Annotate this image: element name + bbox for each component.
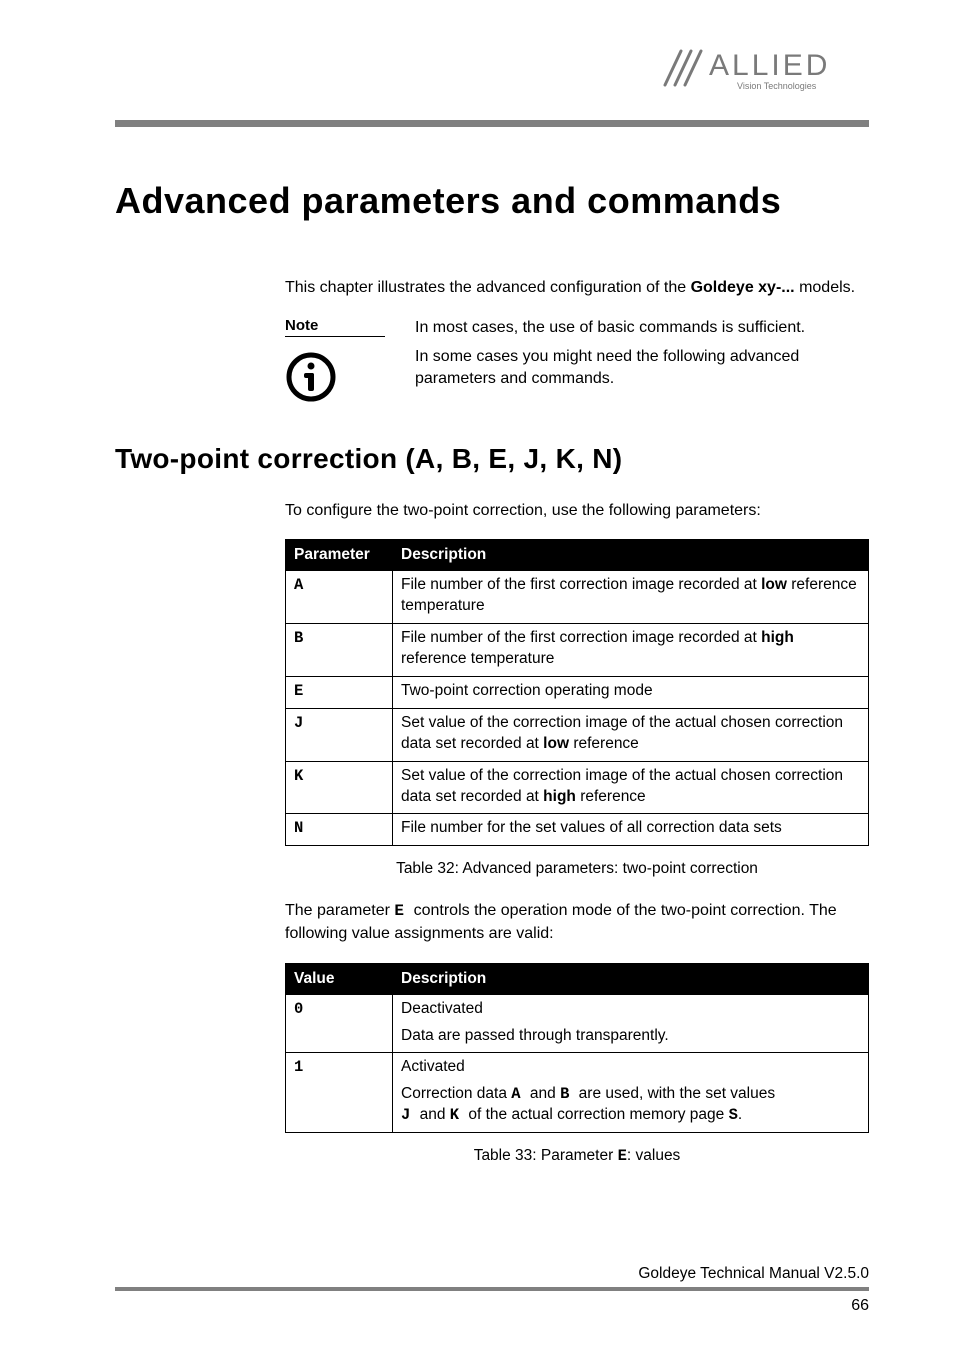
table-row: N File number for the set values of all …: [286, 814, 869, 846]
footer-rule: [115, 1287, 869, 1291]
table-header-row: Value Description: [286, 963, 869, 994]
note-block: Note In most cases, the use of basic com…: [285, 317, 869, 408]
table-row: E Two-point correction operating mode: [286, 676, 869, 708]
value-cell: 1: [286, 1053, 393, 1133]
parameter-table: Parameter Description A File number of t…: [285, 539, 869, 846]
intro-pre: This chapter illustrates the advanced co…: [285, 279, 691, 296]
content-area: Advanced parameters and commands This ch…: [0, 130, 954, 1165]
desc-cell: Deactivated Data are passed through tran…: [393, 994, 869, 1053]
table-row: 1 Activated Correction data A and B are …: [286, 1053, 869, 1133]
param-cell: N: [286, 814, 393, 846]
value-table: Value Description 0 Deactivated Data are…: [285, 963, 869, 1134]
logo-main-text: ALLIED: [709, 49, 830, 82]
header-rule: [115, 120, 869, 127]
page-number: 66: [851, 1297, 869, 1315]
table-row: A File number of the first correction im…: [286, 571, 869, 624]
section-intro: To configure the two-point correction, u…: [285, 500, 869, 522]
intro-post: models.: [795, 279, 855, 296]
desc-cell: Two-point correction operating mode: [393, 676, 869, 708]
value-cell: 0: [286, 994, 393, 1053]
note-line-2: In some cases you might need the followi…: [415, 346, 869, 389]
param-cell: A: [286, 571, 393, 624]
section-title: Two-point correction (A, B, E, J, K, N): [115, 443, 869, 475]
param-cell: E: [286, 676, 393, 708]
desc-cell: File number of the first correction imag…: [393, 624, 869, 677]
desc-cell: Set value of the correction image of the…: [393, 708, 869, 761]
chapter-title: Advanced parameters and commands: [115, 180, 869, 222]
note-text: In most cases, the use of basic commands…: [415, 317, 869, 408]
table-row: 0 Deactivated Data are passed through tr…: [286, 994, 869, 1053]
section-body: To configure the two-point correction, u…: [285, 500, 869, 1166]
intro-paragraph: This chapter illustrates the advanced co…: [285, 277, 869, 299]
table-row: J Set value of the correction image of t…: [286, 708, 869, 761]
table-row: K Set value of the correction image of t…: [286, 761, 869, 814]
manual-title: Goldeye Technical Manual V2.5.0: [115, 1265, 869, 1283]
col-header-description: Description: [393, 540, 869, 571]
page-header: ALLIED Vision Technologies: [0, 0, 954, 130]
page: ALLIED Vision Technologies Advanced para…: [0, 0, 954, 1350]
note-line-1: In most cases, the use of basic commands…: [415, 317, 869, 339]
body-column: This chapter illustrates the advanced co…: [285, 277, 869, 408]
desc-cell: Set value of the correction image of the…: [393, 761, 869, 814]
mid-paragraph: The parameter E controls the operation m…: [285, 900, 869, 944]
col-header-description: Description: [393, 963, 869, 994]
col-header-value: Value: [286, 963, 393, 994]
info-icon: [285, 351, 415, 408]
table-row: B File number of the first correction im…: [286, 624, 869, 677]
col-header-parameter: Parameter: [286, 540, 393, 571]
note-label: Note: [285, 317, 385, 337]
param-cell: B: [286, 624, 393, 677]
param-cell: K: [286, 761, 393, 814]
desc-cell: Activated Correction data A and B are us…: [393, 1053, 869, 1133]
table-caption: Table 32: Advanced parameters: two-point…: [285, 860, 869, 878]
intro-bold: Goldeye xy-...: [691, 279, 795, 296]
table-header-row: Parameter Description: [286, 540, 869, 571]
footer-row: 66: [115, 1297, 869, 1315]
desc-cell: File number of the first correction imag…: [393, 571, 869, 624]
desc-cell: File number for the set values of all co…: [393, 814, 869, 846]
logo-sub-text: Vision Technologies: [737, 81, 817, 91]
page-footer: Goldeye Technical Manual V2.5.0 66: [115, 1265, 869, 1315]
allied-logo: ALLIED Vision Technologies: [659, 45, 869, 105]
note-left: Note: [285, 317, 415, 408]
table-caption-2: Table 33: Parameter E: values: [285, 1147, 869, 1165]
param-cell: J: [286, 708, 393, 761]
